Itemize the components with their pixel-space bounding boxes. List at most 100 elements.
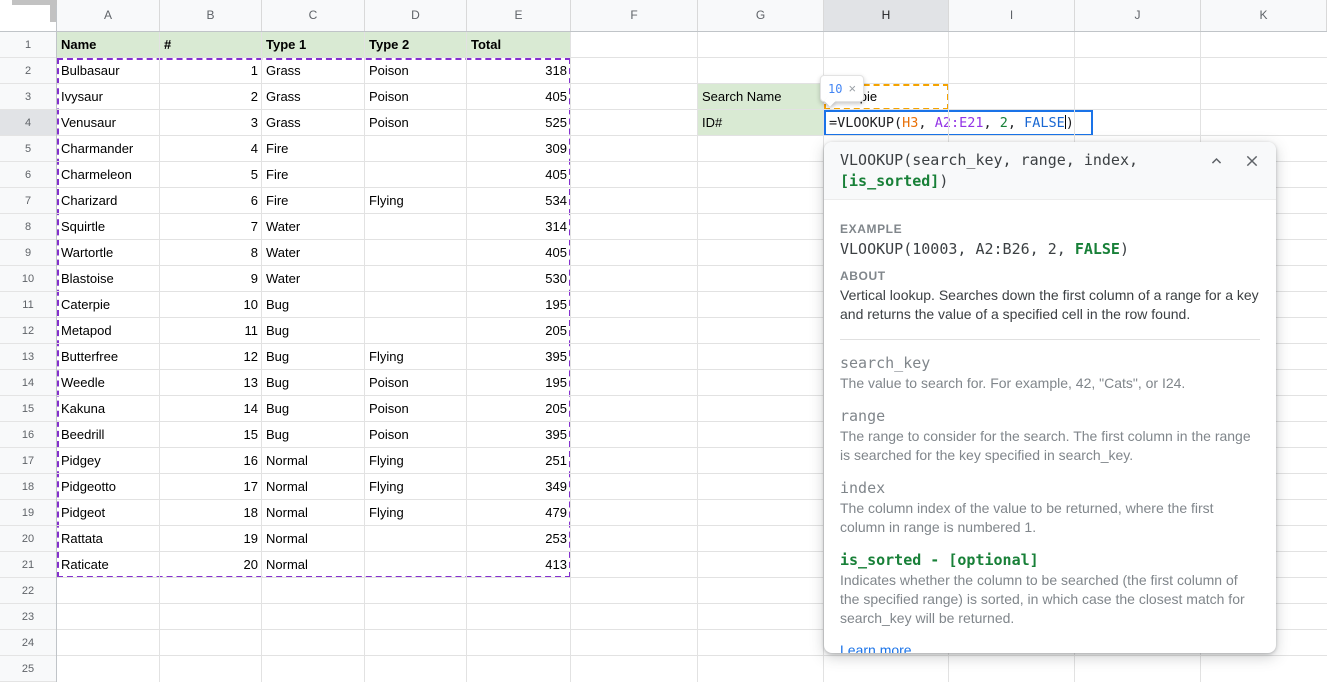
cell-C20[interactable]: Normal — [262, 526, 365, 552]
row-header-25[interactable]: 25 — [0, 656, 56, 682]
cell-C6[interactable]: Fire — [262, 162, 365, 188]
row-header-23[interactable]: 23 — [0, 604, 56, 630]
cell-A13[interactable]: Butterfree — [57, 344, 160, 370]
cell-C15[interactable]: Bug — [262, 396, 365, 422]
column-header-D[interactable]: D — [365, 0, 467, 31]
cell-E11[interactable]: 195 — [467, 292, 571, 318]
row-header-7[interactable]: 7 — [0, 188, 56, 214]
cell-A6[interactable]: Charmeleon — [57, 162, 160, 188]
cell-C1[interactable]: Type 1 — [262, 32, 365, 58]
cell-B14[interactable]: 13 — [160, 370, 262, 396]
cell-B15[interactable]: 14 — [160, 396, 262, 422]
cell-A10[interactable]: Blastoise — [57, 266, 160, 292]
row-header-4[interactable]: 4 — [0, 110, 56, 136]
cell-G4[interactable]: ID# — [698, 110, 824, 136]
cell-E4[interactable]: 525 — [467, 110, 571, 136]
cell-C18[interactable]: Normal — [262, 474, 365, 500]
cell-A20[interactable]: Rattata — [57, 526, 160, 552]
cell-G3[interactable]: Search Name — [698, 84, 824, 110]
select-all-corner[interactable] — [0, 0, 57, 32]
cell-D4[interactable]: Poison — [365, 110, 467, 136]
row-header-21[interactable]: 21 — [0, 552, 56, 578]
cell-A18[interactable]: Pidgeotto — [57, 474, 160, 500]
cell-E3[interactable]: 405 — [467, 84, 571, 110]
cell-D7[interactable]: Flying — [365, 188, 467, 214]
cell-C3[interactable]: Grass — [262, 84, 365, 110]
cell-E6[interactable]: 405 — [467, 162, 571, 188]
cell-B21[interactable]: 20 — [160, 552, 262, 578]
cell-A3[interactable]: Ivysaur — [57, 84, 160, 110]
close-icon[interactable]: × — [848, 82, 856, 95]
cell-B3[interactable]: 2 — [160, 84, 262, 110]
row-header-14[interactable]: 14 — [0, 370, 56, 396]
row-header-19[interactable]: 19 — [0, 500, 56, 526]
cell-D19[interactable]: Flying — [365, 500, 467, 526]
cell-E15[interactable]: 205 — [467, 396, 571, 422]
cell-D1[interactable]: Type 2 — [365, 32, 467, 58]
column-header-F[interactable]: F — [571, 0, 698, 31]
cell-E19[interactable]: 479 — [467, 500, 571, 526]
cell-D13[interactable]: Flying — [365, 344, 467, 370]
cell-E8[interactable]: 314 — [467, 214, 571, 240]
cell-A7[interactable]: Charizard — [57, 188, 160, 214]
row-header-20[interactable]: 20 — [0, 526, 56, 552]
cell-C5[interactable]: Fire — [262, 136, 365, 162]
cell-E21[interactable]: 413 — [467, 552, 571, 578]
row-header-3[interactable]: 3 — [0, 84, 56, 110]
cell-C13[interactable]: Bug — [262, 344, 365, 370]
cell-B16[interactable]: 15 — [160, 422, 262, 448]
cell-B8[interactable]: 7 — [160, 214, 262, 240]
cell-C14[interactable]: Bug — [262, 370, 365, 396]
cell-B13[interactable]: 12 — [160, 344, 262, 370]
cell-A11[interactable]: Caterpie — [57, 292, 160, 318]
cell-B19[interactable]: 18 — [160, 500, 262, 526]
row-header-16[interactable]: 16 — [0, 422, 56, 448]
column-header-B[interactable]: B — [160, 0, 262, 31]
cell-C17[interactable]: Normal — [262, 448, 365, 474]
cell-E17[interactable]: 251 — [467, 448, 571, 474]
column-header-J[interactable]: J — [1075, 0, 1201, 31]
cell-B9[interactable]: 8 — [160, 240, 262, 266]
cell-C8[interactable]: Water — [262, 214, 365, 240]
row-header-8[interactable]: 8 — [0, 214, 56, 240]
cell-A15[interactable]: Kakuna — [57, 396, 160, 422]
cell-D3[interactable]: Poison — [365, 84, 467, 110]
row-header-17[interactable]: 17 — [0, 448, 56, 474]
cell-E2[interactable]: 318 — [467, 58, 571, 84]
learn-more-link[interactable]: Learn more — [840, 642, 912, 653]
cell-C12[interactable]: Bug — [262, 318, 365, 344]
cell-A12[interactable]: Metapod — [57, 318, 160, 344]
cell-A1[interactable]: Name — [57, 32, 160, 58]
row-header-9[interactable]: 9 — [0, 240, 56, 266]
cell-C10[interactable]: Water — [262, 266, 365, 292]
cell-B6[interactable]: 5 — [160, 162, 262, 188]
cell-D2[interactable]: Poison — [365, 58, 467, 84]
cell-A16[interactable]: Beedrill — [57, 422, 160, 448]
row-header-5[interactable]: 5 — [0, 136, 56, 162]
cell-E20[interactable]: 253 — [467, 526, 571, 552]
row-header-24[interactable]: 24 — [0, 630, 56, 656]
cell-C11[interactable]: Bug — [262, 292, 365, 318]
cell-D15[interactable]: Poison — [365, 396, 467, 422]
cell-A14[interactable]: Weedle — [57, 370, 160, 396]
row-header-6[interactable]: 6 — [0, 162, 56, 188]
cell-A8[interactable]: Squirtle — [57, 214, 160, 240]
cell-D18[interactable]: Flying — [365, 474, 467, 500]
cell-C4[interactable]: Grass — [262, 110, 365, 136]
cell-C16[interactable]: Bug — [262, 422, 365, 448]
cell-E16[interactable]: 395 — [467, 422, 571, 448]
cell-E9[interactable]: 405 — [467, 240, 571, 266]
cell-E14[interactable]: 195 — [467, 370, 571, 396]
cell-C7[interactable]: Fire — [262, 188, 365, 214]
column-header-I[interactable]: I — [949, 0, 1075, 31]
cell-B20[interactable]: 19 — [160, 526, 262, 552]
cell-A5[interactable]: Charmander — [57, 136, 160, 162]
cell-A9[interactable]: Wartortle — [57, 240, 160, 266]
cell-B12[interactable]: 11 — [160, 318, 262, 344]
cell-C19[interactable]: Normal — [262, 500, 365, 526]
cell-E18[interactable]: 349 — [467, 474, 571, 500]
cell-B1[interactable]: # — [160, 32, 262, 58]
column-header-H[interactable]: H — [824, 0, 949, 31]
cell-A21[interactable]: Raticate — [57, 552, 160, 578]
cell-B4[interactable]: 3 — [160, 110, 262, 136]
